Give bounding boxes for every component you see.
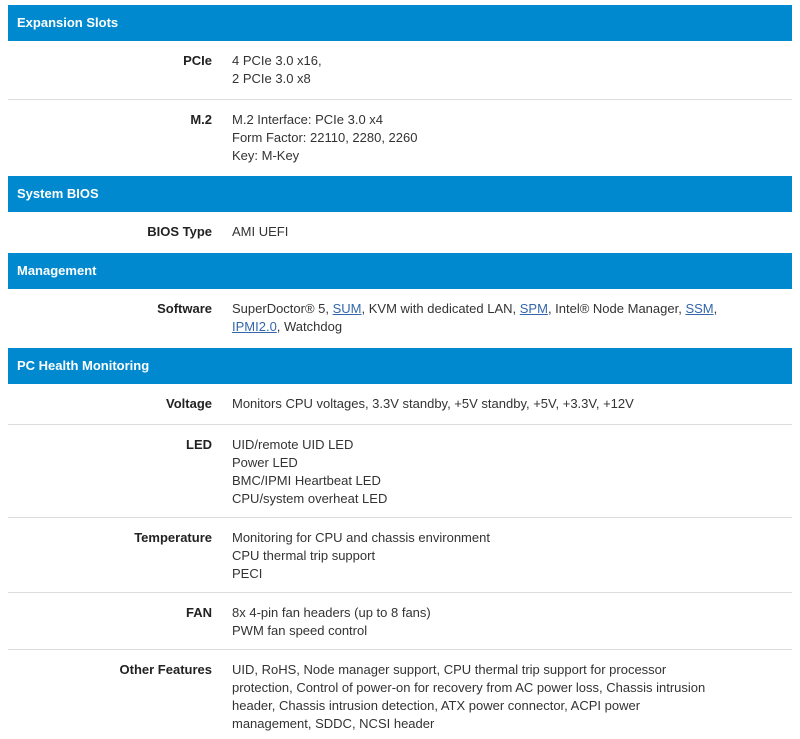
spec-value-line: CPU/system overheat LED: [232, 491, 388, 506]
link-spm[interactable]: SPM: [520, 301, 548, 316]
spec-row-software: Software SuperDoctor® 5, SUM, KVM with d…: [8, 289, 792, 348]
spec-table: Expansion Slots PCIe 4 PCIe 3.0 x16, 2 P…: [8, 5, 792, 738]
spec-value-line: BMC/IPMI Heartbeat LED: [232, 473, 381, 488]
spec-value: Monitors CPU voltages, 3.3V standby, +5V…: [232, 395, 792, 424]
spec-label: Software: [157, 301, 212, 316]
software-text: , KVM with dedicated LAN,: [361, 301, 520, 316]
spec-label: Other Features: [119, 662, 212, 677]
spec-value-line: 4 PCIe 3.0 x16,: [232, 53, 322, 68]
spec-value-line: Form Factor: 22110, 2280, 2260: [232, 130, 418, 145]
spec-value-line: AMI UEFI: [232, 224, 289, 239]
section-header-pc-health-monitoring: PC Health Monitoring: [8, 348, 792, 384]
spec-value-line: Power LED: [232, 455, 298, 470]
link-ipmi[interactable]: IPMI2.0: [232, 319, 277, 334]
link-ssm[interactable]: SSM: [685, 301, 713, 316]
spec-value-line: Monitoring for CPU and chassis environme…: [232, 530, 490, 545]
spec-value-line: M.2 Interface: PCIe 3.0 x4: [232, 112, 384, 127]
spec-value: M.2 Interface: PCIe 3.0 x4 Form Factor: …: [232, 111, 792, 176]
software-text: , Intel® Node Manager,: [547, 301, 686, 316]
spec-value: 4 PCIe 3.0 x16, 2 PCIe 3.0 x8: [232, 52, 792, 99]
spec-value-line: 8x 4-pin fan headers (up to 8 fans): [232, 605, 431, 620]
spec-value-line: header, Chassis intrusion detection, ATX…: [232, 698, 641, 713]
spec-label: BIOS Type: [147, 224, 212, 239]
spec-value-line: UID/remote UID LED: [232, 437, 354, 452]
spec-value-line: Monitors CPU voltages, 3.3V standby, +5V…: [232, 396, 634, 411]
spec-row-fan: FAN 8x 4-pin fan headers (up to 8 fans) …: [8, 593, 792, 650]
spec-value: AMI UEFI: [232, 223, 792, 253]
spec-value-line: CPU thermal trip support: [232, 548, 376, 563]
spec-value-line: PWM fan speed control: [232, 623, 368, 638]
section-header-expansion-slots: Expansion Slots: [8, 5, 792, 41]
spec-label: PCIe: [183, 53, 212, 68]
spec-value-line: PECI: [232, 566, 263, 581]
spec-value-line: protection, Control of power-on for reco…: [232, 680, 706, 695]
spec-row-led: LED UID/remote UID LED Power LED BMC/IPM…: [8, 425, 792, 518]
spec-row-temperature: Temperature Monitoring for CPU and chass…: [8, 518, 792, 593]
spec-row-pcie: PCIe 4 PCIe 3.0 x16, 2 PCIe 3.0 x8: [8, 41, 792, 100]
spec-value: 8x 4-pin fan headers (up to 8 fans) PWM …: [232, 604, 792, 649]
spec-row-m2: M.2 M.2 Interface: PCIe 3.0 x4 Form Fact…: [8, 100, 792, 176]
spec-value: UID, RoHS, Node manager support, CPU the…: [232, 661, 792, 738]
spec-label: M.2: [190, 112, 212, 127]
spec-value: SuperDoctor® 5, SUM, KVM with dedicated …: [232, 300, 792, 348]
section-header-system-bios: System BIOS: [8, 176, 792, 212]
spec-row-bios-type: BIOS Type AMI UEFI: [8, 212, 792, 253]
spec-label: LED: [186, 437, 212, 452]
software-text: SuperDoctor® 5,: [232, 301, 333, 316]
spec-label: Temperature: [134, 530, 212, 545]
spec-value-line: Key: M-Key: [232, 148, 300, 163]
link-sum[interactable]: SUM: [333, 301, 362, 316]
spec-label: Voltage: [166, 396, 212, 411]
software-text: ,: [713, 301, 718, 316]
section-header-management: Management: [8, 253, 792, 289]
spec-value: UID/remote UID LED Power LED BMC/IPMI He…: [232, 436, 792, 517]
spec-value-line: UID, RoHS, Node manager support, CPU the…: [232, 662, 667, 677]
spec-value-line: 2 PCIe 3.0 x8: [232, 71, 311, 86]
spec-label: FAN: [186, 605, 212, 620]
spec-value: Monitoring for CPU and chassis environme…: [232, 529, 792, 592]
spec-value-line: management, SDDC, NCSI header: [232, 716, 435, 731]
spec-row-voltage: Voltage Monitors CPU voltages, 3.3V stan…: [8, 384, 792, 425]
spec-row-other-features: Other Features UID, RoHS, Node manager s…: [8, 650, 792, 738]
software-text: , Watchdog: [276, 319, 343, 334]
